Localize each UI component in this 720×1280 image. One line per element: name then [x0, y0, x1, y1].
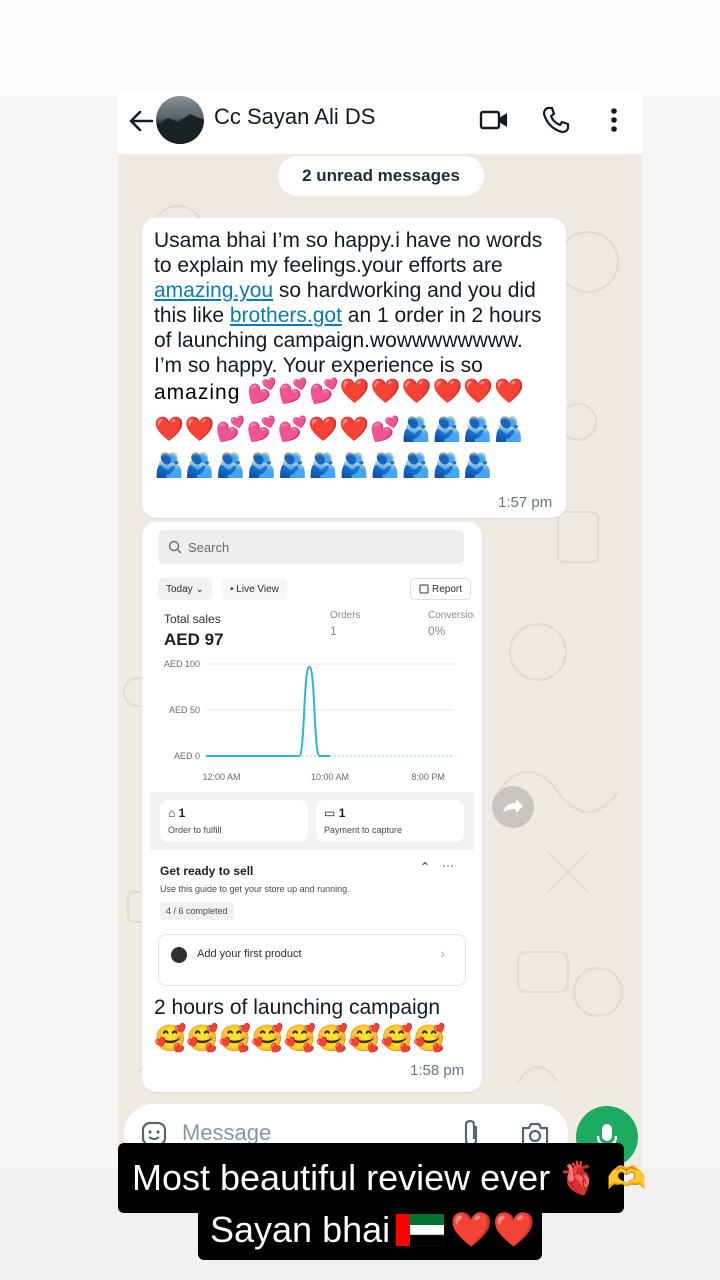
guide-subtitle: Use this guide to get your store up and … — [160, 884, 350, 894]
y-tick-label: AED 0 — [174, 751, 200, 761]
message-text-span: amazing — [154, 381, 248, 404]
message-text: Usama bhai I’m so happy.i have no words … — [154, 228, 558, 378]
emoji-sequence: 🥰🥰🥰🥰🥰🥰🥰🥰🥰 — [154, 1023, 446, 1053]
emoji-sequence: 🫂🫂🫂🫂🫂🫂🫂🫂🫂🫂🫂 — [154, 452, 494, 479]
message-line: amazing.you so hardworking and you did — [154, 278, 558, 303]
unread-messages-banner: 2 unread messages — [278, 156, 484, 196]
card-label: Payment to capture — [324, 825, 403, 835]
collapse-chevron-icon: ⌃ — [420, 860, 431, 874]
message-line: I’m so happy. Your experience is so — [154, 354, 483, 377]
conversion-label: Conversior — [428, 610, 474, 621]
check-circle-icon — [171, 947, 187, 963]
overlay-emoji: 🫀 🫶 — [558, 1160, 647, 1196]
message-line: this like brothers.got an 1 order in 2 h… — [154, 303, 558, 328]
frame-top-margin — [0, 0, 720, 95]
contact-name[interactable]: Cc Sayan Ali DS — [214, 104, 375, 130]
overlay-text: Sayan bhai — [210, 1209, 391, 1250]
message-link[interactable]: amazing.you — [154, 279, 273, 302]
x-tick-label: 12:00 AM — [202, 772, 240, 782]
back-arrow-icon[interactable] — [126, 106, 156, 136]
dashboard-search-bar: Search — [158, 530, 464, 564]
message-link[interactable]: brothers.got — [230, 304, 342, 327]
card-count: ⌂ 1 — [168, 806, 185, 820]
contact-avatar[interactable] — [156, 96, 204, 144]
message-text-span: an 1 order in 2 hours — [341, 304, 542, 327]
payment-icon: ▭ — [324, 806, 336, 820]
x-tick-label: 8:00 PM — [411, 772, 445, 782]
filter-today: Today ⌄ — [158, 578, 212, 600]
orders-value: 1 — [330, 624, 337, 638]
forward-button[interactable] — [492, 786, 534, 828]
overlay-caption-line2: Sayan bhai ❤️❤️ — [198, 1200, 542, 1260]
guide-progress: 4 / 6 completed — [160, 902, 234, 920]
inbox-icon: ⌂ — [168, 806, 176, 820]
overlay-emoji: ❤️❤️ — [450, 1211, 535, 1249]
more-icon: ··· — [442, 858, 454, 872]
report-icon — [419, 584, 429, 594]
emoji-sequence: ❤️❤️💕💕💕❤️❤️💕🫂🫂🫂🫂 — [154, 416, 525, 443]
emoji-sequence: 💕💕💕❤️❤️❤️❤️❤️❤️ — [247, 378, 526, 405]
card-label: Order to fulfill — [168, 825, 222, 835]
card-count: ▭ 1 — [324, 806, 345, 820]
chat-header: Cc Sayan Ali DS — [118, 92, 642, 154]
filter-live-view: • Live View — [222, 578, 287, 600]
message-line: Usama bhai I’m so happy.i have no words — [154, 229, 543, 252]
sales-line-chart: AED 100 AED 50 AED 0 12:00 AM 10:00 AM 8:00 P… — [164, 659, 454, 782]
message-line: to explain my feelings.your efforts are — [154, 254, 503, 277]
message-bubble[interactable]: Usama bhai I’m so happy.i have no words … — [142, 218, 566, 518]
more-options-icon[interactable] — [598, 104, 630, 136]
guide-item: Add your first product › — [158, 934, 466, 986]
store-dashboard-screenshot[interactable]: Search Today ⌄ • Live View Report Total … — [150, 530, 474, 992]
overlay-text: Most beautiful review ever — [132, 1157, 551, 1198]
story-frame: Cc Sayan Ali DS 2 unread messages Usama … — [0, 0, 720, 1280]
sales-series-line — [206, 665, 330, 757]
message-timestamp: 1:57 pm — [498, 494, 553, 511]
message-timestamp: 1:58 pm — [410, 1062, 465, 1079]
total-sales-value: AED 97 — [164, 630, 224, 649]
conversion-value: 0% — [428, 624, 446, 638]
message-line: of launching campaign.wowwwwwwww. — [154, 329, 523, 352]
mountain-photo-icon — [156, 114, 204, 144]
message-text-span: so hardworking and you did — [273, 279, 536, 302]
total-sales-label: Total sales — [164, 612, 221, 626]
image-message-bubble[interactable]: Search Today ⌄ • Live View Report Total … — [142, 522, 482, 1092]
orders-to-fulfill-card: ⌂ 1 Order to fulfill — [160, 800, 308, 842]
chevron-right-icon: › — [440, 945, 445, 961]
image-caption: 2 hours of launching campaign — [154, 996, 441, 1019]
chat-screenshot: Cc Sayan Ali DS 2 unread messages Usama … — [118, 92, 642, 1170]
forward-icon — [503, 799, 523, 813]
guide-title: Get ready to sell — [160, 864, 254, 878]
card-count-value: 1 — [178, 806, 186, 820]
uae-flag-icon — [396, 1214, 445, 1246]
voice-call-icon[interactable] — [540, 104, 572, 136]
message-line: amazing 💕💕💕❤️❤️❤️❤️❤️❤️ — [154, 376, 525, 409]
guide-item-label: Add your first product — [197, 948, 302, 960]
card-count-value: 1 — [338, 806, 346, 820]
message-text-span: this like — [154, 304, 230, 327]
report-label: Report — [432, 583, 463, 595]
payment-to-capture-card: ▭ 1 Payment to capture — [316, 800, 464, 842]
search-placeholder: Search — [188, 539, 230, 555]
x-tick-label: 10:00 AM — [311, 772, 349, 782]
y-tick-label: AED 50 — [169, 705, 200, 715]
search-icon — [168, 540, 182, 554]
report-button: Report — [410, 578, 472, 600]
orders-label: Orders — [330, 610, 361, 621]
y-tick-label: AED 100 — [164, 659, 200, 669]
video-call-icon[interactable] — [478, 104, 510, 136]
